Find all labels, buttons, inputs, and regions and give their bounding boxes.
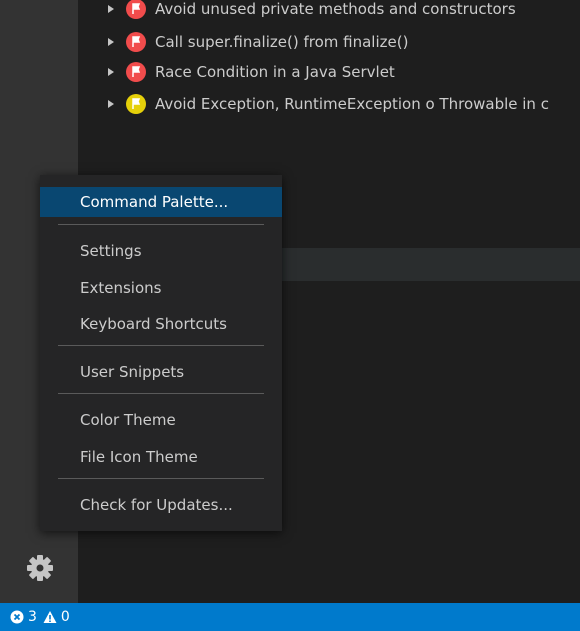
chevron-right-icon[interactable] bbox=[108, 100, 114, 108]
status-bar: 3 0 bbox=[0, 603, 580, 631]
menu-item-settings[interactable]: Settings bbox=[40, 236, 282, 266]
settings-context-menu: Command Palette... Settings Extensions K… bbox=[40, 175, 282, 531]
problem-item[interactable]: Call super.finalize() from finalize() bbox=[108, 27, 408, 57]
chevron-right-icon[interactable] bbox=[108, 38, 114, 46]
menu-item-check-updates[interactable]: Check for Updates... bbox=[40, 490, 282, 520]
problem-label: Avoid unused private methods and constru… bbox=[155, 0, 516, 18]
menu-separator bbox=[58, 224, 264, 225]
error-flag-icon bbox=[126, 62, 146, 82]
problem-item[interactable]: Avoid unused private methods and constru… bbox=[108, 0, 516, 24]
menu-item-keyboard-shortcuts[interactable]: Keyboard Shortcuts bbox=[40, 309, 282, 339]
menu-item-extensions[interactable]: Extensions bbox=[40, 273, 282, 303]
error-icon bbox=[10, 610, 24, 624]
menu-item-user-snippets[interactable]: User Snippets bbox=[40, 357, 282, 387]
problem-item[interactable]: Avoid Exception, RuntimeException o Thro… bbox=[108, 89, 549, 119]
menu-item-color-theme[interactable]: Color Theme bbox=[40, 405, 282, 435]
chevron-right-icon[interactable] bbox=[108, 68, 114, 76]
error-flag-icon bbox=[126, 32, 146, 52]
error-flag-icon bbox=[126, 0, 146, 19]
chevron-right-icon[interactable] bbox=[108, 5, 114, 13]
gear-icon[interactable] bbox=[24, 552, 56, 584]
menu-item-file-icon-theme[interactable]: File Icon Theme bbox=[40, 442, 282, 472]
menu-separator bbox=[58, 478, 264, 479]
error-count: 3 bbox=[28, 609, 37, 625]
warning-icon bbox=[43, 611, 57, 623]
menu-item-command-palette[interactable]: Command Palette... bbox=[40, 187, 282, 217]
current-line-highlight bbox=[282, 248, 580, 281]
warning-flag-icon bbox=[126, 94, 146, 114]
problem-item[interactable]: Race Condition in a Java Servlet bbox=[108, 57, 395, 87]
problem-label: Race Condition in a Java Servlet bbox=[155, 63, 395, 81]
problem-label: Call super.finalize() from finalize() bbox=[155, 33, 409, 51]
warning-count: 0 bbox=[60, 609, 70, 625]
menu-separator bbox=[58, 393, 264, 394]
problem-label: Avoid Exception, RuntimeException o Thro… bbox=[155, 95, 549, 113]
problems-status[interactable]: 3 0 bbox=[10, 609, 76, 625]
menu-separator bbox=[58, 345, 264, 346]
